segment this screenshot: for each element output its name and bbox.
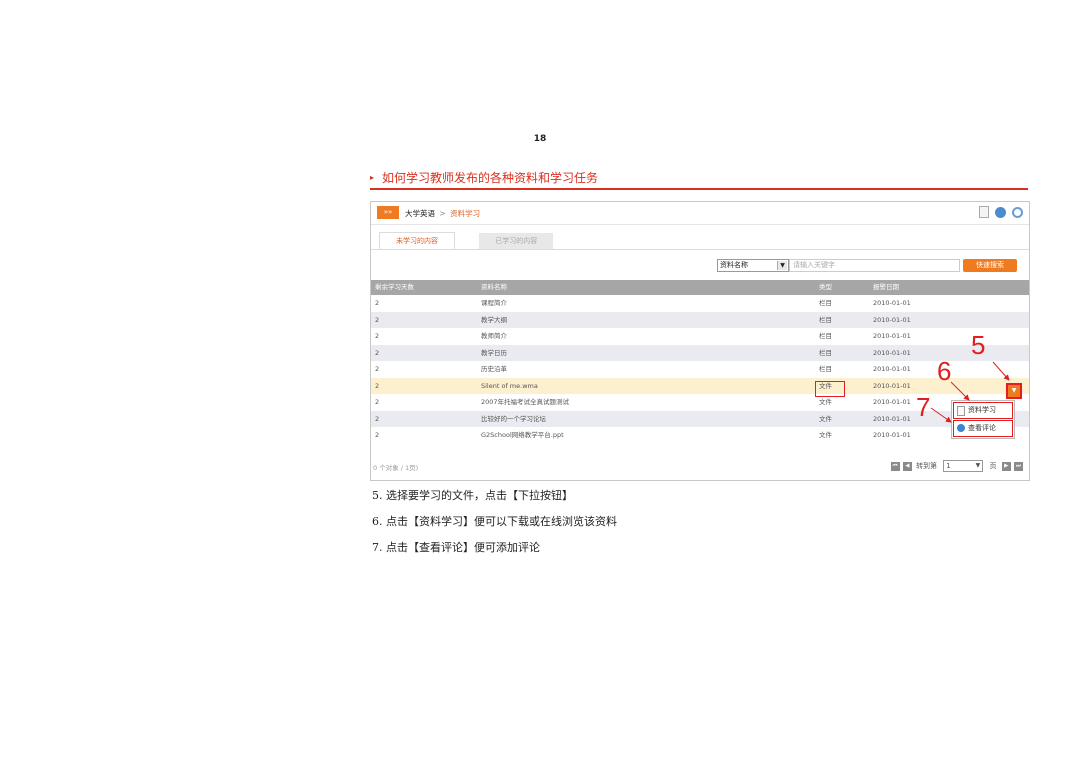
section-divider [370,188,1028,190]
object-count: 0 个对象 / 1页) [373,464,419,472]
pager: ⏮ ◀ 转到第 1 ▼ 页 ▶ ⏭ [890,460,1023,472]
next-page-icon[interactable]: ▶ [1001,461,1011,471]
page-select-value: 1 [946,462,951,470]
last-page-icon[interactable]: ⏭ [1014,461,1023,471]
step-6: 6. 点击【资料学习】便可以下载或在线浏览该资料 [372,515,617,528]
page-unit-label: 页 [989,462,997,470]
arrow-5 [992,361,1010,381]
step-5: 5. 选择要学习的文件，点击【下拉按钮】 [372,489,573,502]
chevron-down-icon: ▼ [975,462,981,469]
instruction-steps: 5. 选择要学习的文件，点击【下拉按钮】 6. 点击【资料学习】便可以下载或在线… [372,488,1032,566]
goto-label: 转到第 [916,462,938,470]
first-page-icon[interactable]: ⏮ [890,461,900,471]
app-screenshot: »» 大学英语 > 资料学习 未学习的内容 已学习的内容 资料名称 ▼ 请输入关… [370,201,1030,481]
bullet-icon: ▸ [370,173,375,182]
prev-page-icon[interactable]: ◀ [902,461,912,471]
arrow-7 [930,407,952,423]
step-7: 7. 点击【查看评论】便可添加评论 [372,541,540,554]
page-select[interactable]: 1 ▼ [943,460,984,472]
page-number: 18 [533,134,547,144]
section-title-text: 如何学习教师发布的各种资料和学习任务 [382,171,599,185]
section-title: ▸ 如何学习教师发布的各种资料和学习任务 [370,170,1028,186]
section-header: ▸ 如何学习教师发布的各种资料和学习任务 [370,170,1028,190]
arrow-6 [950,381,970,401]
table-footer: 0 个对象 / 1页) ⏮ ◀ 转到第 1 ▼ 页 ▶ ⏭ [371,459,1029,475]
callout-arrows [930,361,1010,423]
